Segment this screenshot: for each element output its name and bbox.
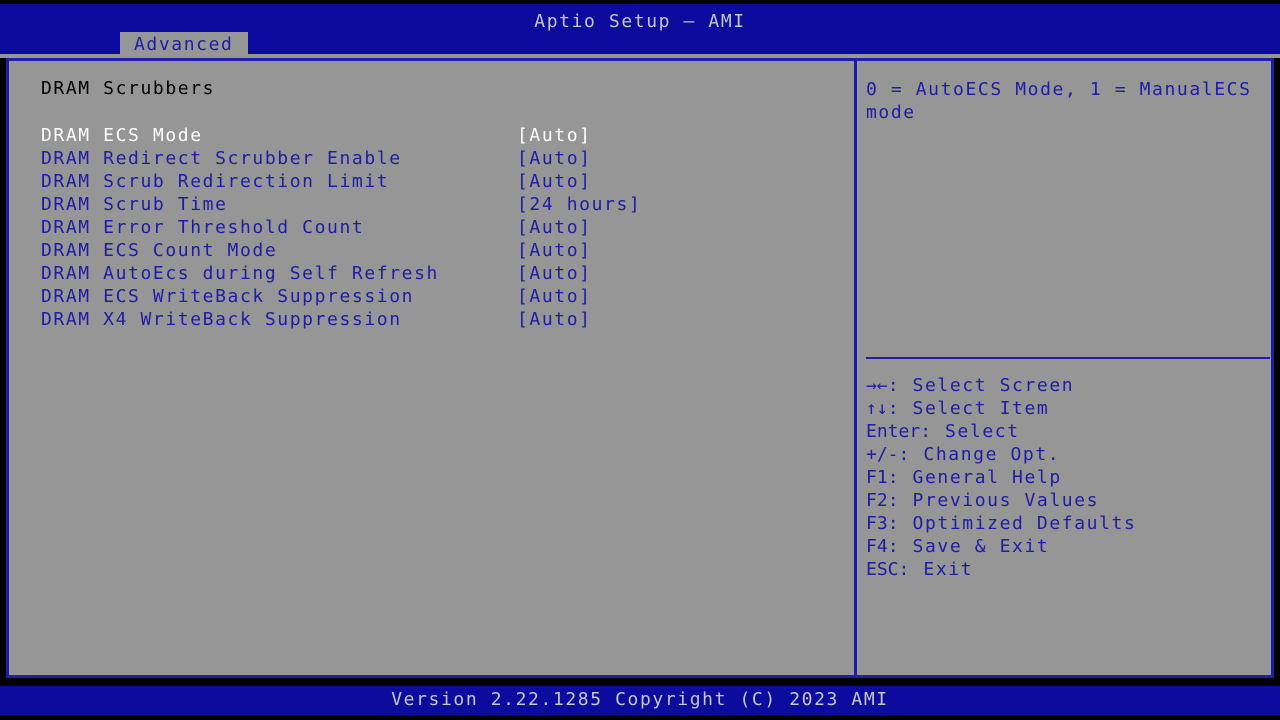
app-title: Aptio Setup – AMI	[534, 11, 746, 32]
settings-row[interactable]: DRAM X4 WriteBack Suppression [Auto]	[9, 308, 854, 331]
settings-row-value[interactable]: [Auto]	[517, 262, 592, 285]
legend-action: : Save & Exit	[887, 536, 1050, 557]
legend-keys: +/-	[866, 444, 899, 465]
legend-keys: →←	[866, 375, 888, 396]
settings-row-label: DRAM Error Threshold Count	[41, 217, 365, 238]
settings-row-label: DRAM ECS Count Mode	[41, 240, 278, 261]
legend-action: : Select Screen	[887, 375, 1075, 396]
legend-row: F1: General Help	[866, 466, 1276, 489]
legend-keys: ESC	[866, 559, 899, 580]
legend-row: ESC: Exit	[866, 558, 1276, 581]
settings-row[interactable]: DRAM ECS Count Mode [Auto]	[9, 239, 854, 262]
settings-row-value[interactable]: [Auto]	[517, 285, 592, 308]
bios-setup-screen: Aptio Setup – AMI Advanced DRAM Scrubber…	[0, 0, 1280, 720]
settings-row-value[interactable]: [Auto]	[517, 124, 592, 147]
settings-row-label: DRAM Scrub Redirection Limit	[41, 171, 390, 192]
legend-action: : Exit	[898, 559, 974, 580]
legend-keys: F4	[866, 536, 888, 557]
help-pane: 0 = AutoECS Mode, 1 = ManualECS mode →←:…	[857, 61, 1271, 675]
settings-row-value[interactable]: [Auto]	[517, 308, 592, 331]
legend-row: ↑↓: Select Item	[866, 397, 1276, 420]
legend-action: : Select Item	[887, 398, 1050, 419]
settings-row[interactable]: DRAM AutoEcs during Self Refresh [Auto]	[9, 262, 854, 285]
key-legend: →←: Select Screen ↑↓: Select Item Enter: S…	[866, 374, 1276, 581]
settings-row-value[interactable]: [Auto]	[517, 147, 592, 170]
settings-row-label: DRAM Scrub Time	[41, 194, 228, 215]
legend-action: : Optimized Defaults	[887, 513, 1137, 534]
legend-keys: F3	[866, 513, 888, 534]
legend-action: : General Help	[887, 467, 1062, 488]
settings-row[interactable]: DRAM ECS Mode [Auto]	[9, 124, 854, 147]
legend-row: F3: Optimized Defaults	[866, 512, 1276, 535]
frame-inner: DRAM Scrubbers DRAM ECS Mode [Auto] DRAM R…	[9, 61, 1271, 675]
legend-action: : Select	[920, 421, 1020, 442]
title-bar: Aptio Setup – AMI Advanced	[0, 4, 1280, 58]
settings-row[interactable]: DRAM Redirect Scrubber Enable [Auto]	[9, 147, 854, 170]
settings-row-label: DRAM ECS Mode	[41, 125, 203, 146]
legend-row: F2: Previous Values	[866, 489, 1276, 512]
settings-list: DRAM ECS Mode [Auto] DRAM Redirect Scrubbe…	[9, 124, 854, 331]
settings-row-value[interactable]: [24 hours]	[517, 193, 641, 216]
legend-keys: ↑↓	[866, 398, 888, 419]
settings-row-label: DRAM Redirect Scrubber Enable	[41, 148, 402, 169]
settings-row[interactable]: DRAM ECS WriteBack Suppression [Auto]	[9, 285, 854, 308]
legend-row: →←: Select Screen	[866, 374, 1276, 397]
legend-row: Enter: Select	[866, 420, 1276, 443]
section-title: DRAM Scrubbers	[41, 78, 216, 99]
help-description: 0 = AutoECS Mode, 1 = ManualECS mode	[866, 79, 1264, 123]
settings-pane: DRAM Scrubbers DRAM ECS Mode [Auto] DRAM R…	[9, 61, 854, 675]
legend-row: F4: Save & Exit	[866, 535, 1276, 558]
legend-keys: Enter	[866, 421, 921, 442]
settings-row-value[interactable]: [Auto]	[517, 170, 592, 193]
legend-keys: F1	[866, 467, 888, 488]
version-text: Version 2.22.1285 Copyright (C) 2023 AMI	[391, 689, 889, 710]
settings-row-value[interactable]: [Auto]	[517, 216, 592, 239]
settings-row[interactable]: DRAM Error Threshold Count [Auto]	[9, 216, 854, 239]
legend-row: +/-: Change Opt.	[866, 443, 1276, 466]
legend-action: : Previous Values	[887, 490, 1100, 511]
settings-row-label: DRAM AutoEcs during Self Refresh	[41, 263, 439, 284]
legend-keys: F2	[866, 490, 888, 511]
settings-row-value[interactable]: [Auto]	[517, 239, 592, 262]
status-bar: Version 2.22.1285 Copyright (C) 2023 AMI	[0, 686, 1280, 715]
settings-row-label: DRAM X4 WriteBack Suppression	[41, 309, 402, 330]
legend-action: : Change Opt.	[898, 444, 1061, 465]
settings-row[interactable]: DRAM Scrub Time [24 hours]	[9, 193, 854, 216]
main-frame: DRAM Scrubbers DRAM ECS Mode [Auto] DRAM R…	[6, 58, 1274, 678]
help-divider	[866, 357, 1270, 359]
settings-row-label: DRAM ECS WriteBack Suppression	[41, 286, 415, 307]
settings-row[interactable]: DRAM Scrub Redirection Limit [Auto]	[9, 170, 854, 193]
